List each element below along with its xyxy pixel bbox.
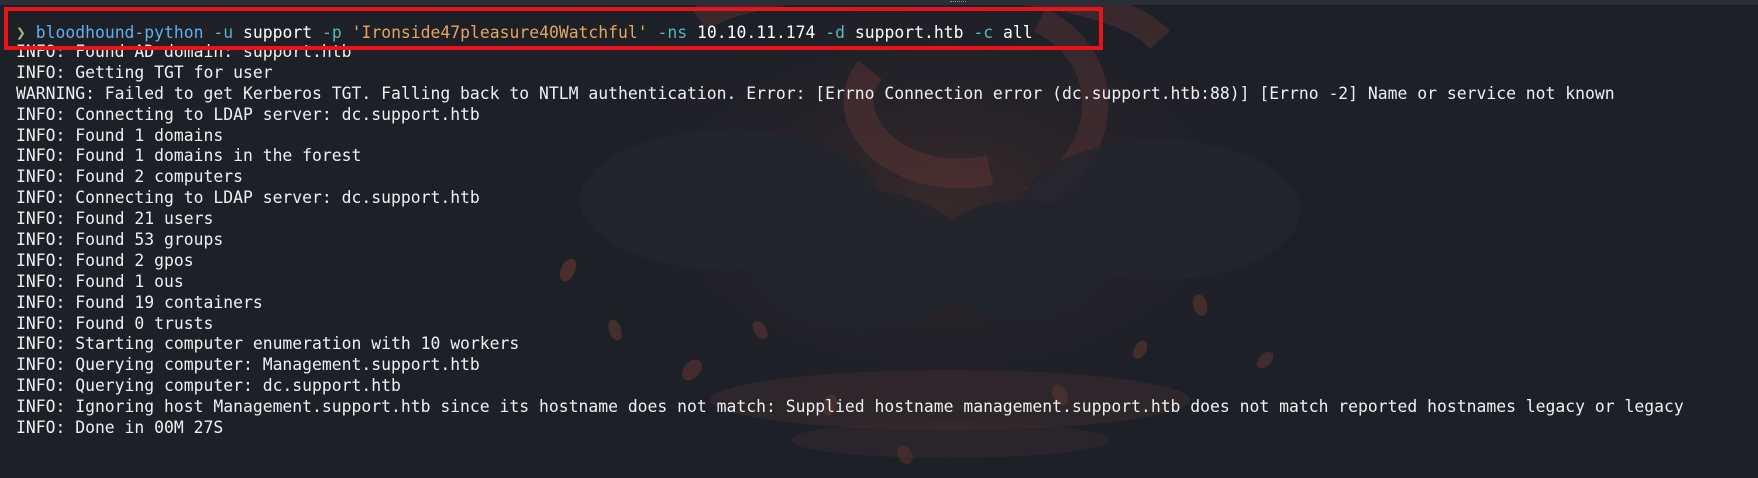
output-line: INFO: Found AD domain: support.htb [16, 42, 352, 61]
output-line: INFO: Querying computer: dc.support.htb [16, 376, 401, 396]
flag-collect: -c [973, 23, 994, 42]
output-line: INFO: Found 2 computers [16, 167, 243, 187]
arg-password: 'Ironside47pleasure40Watchful' [351, 23, 648, 42]
output-line: INFO: Found 19 containers [16, 292, 263, 312]
terminal-output-area[interactable]: ❯ bloodhound-python -u support -p 'Irons… [16, 21, 1758, 439]
flag-password: -p [321, 23, 342, 42]
output-line: INFO: Getting TGT for user [16, 62, 273, 82]
output-line: INFO: Found 1 ous [16, 271, 184, 291]
output-line: INFO: Found 1 domains [16, 125, 224, 145]
output-line: INFO: Found 0 trusts [16, 313, 214, 333]
output-line: INFO: Found 2 gpos [16, 250, 194, 270]
output-line: INFO: Found 53 groups [16, 230, 224, 250]
flag-nameserver: -ns [657, 23, 688, 42]
output-line: WARNING: Failed to get Kerberos TGT. Fal… [16, 83, 1615, 103]
output-line: INFO: Querying computer: Management.supp… [16, 355, 480, 375]
output-line: INFO: Connecting to LDAP server: dc.supp… [16, 104, 480, 124]
output-line: INFO: Ignoring host Management.support.h… [16, 397, 1684, 417]
output-line: INFO: Done in 00M 27S [16, 418, 224, 438]
output-line: INFO: Found 1 domains in the forest [16, 146, 362, 166]
window-top-strip [0, 0, 1758, 5]
output-line: INFO: Starting computer enumeration with… [16, 334, 520, 354]
arg-user: support [243, 23, 313, 42]
arg-nameserver: 10.10.11.174 [697, 23, 816, 42]
command-program: bloodhound-python [35, 23, 204, 42]
command-output: INFO: Found AD domain: support.htb INFO:… [16, 42, 1758, 439]
output-line: INFO: Found 21 users [16, 209, 214, 229]
flag-domain: -d [825, 23, 846, 42]
flag-user: -u [213, 23, 234, 42]
output-line: INFO: Connecting to LDAP server: dc.supp… [16, 188, 480, 208]
resize-grip[interactable] [950, 1, 966, 4]
arg-collect: all [1002, 23, 1033, 42]
prompt-symbol: ❯ [16, 23, 26, 42]
arg-domain: support.htb [854, 23, 964, 42]
